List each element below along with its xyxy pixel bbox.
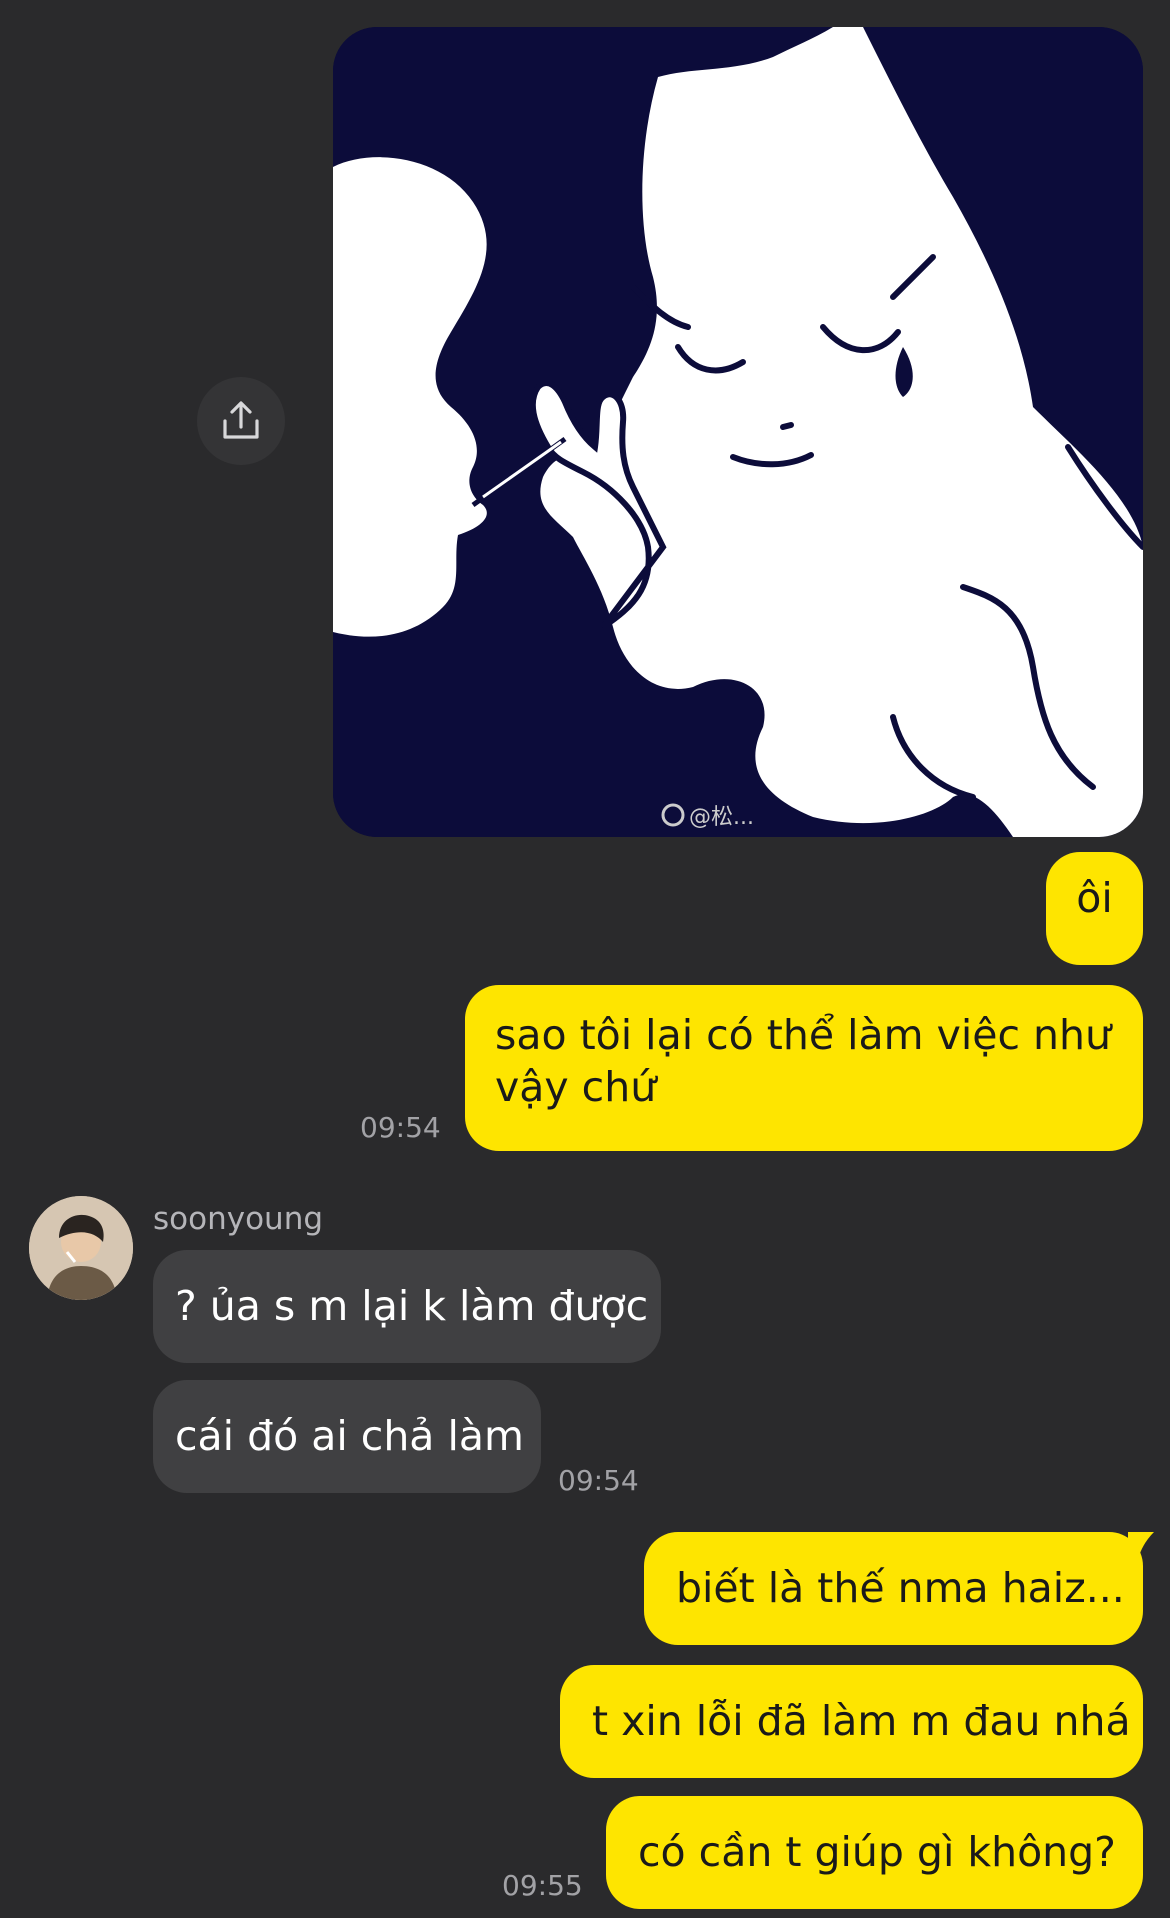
cartoon-image: @松...	[333, 27, 1143, 837]
sender-name: soonyoung	[153, 1201, 324, 1237]
message-text: ? ủa s m lại k làm được	[175, 1282, 649, 1330]
timestamp: 09:54	[558, 1464, 639, 1497]
incoming-bubble-1[interactable]: ? ủa s m lại k làm được	[153, 1250, 661, 1363]
chat-screen: @松... ôi sao tôi lại có thể làm việc như…	[0, 0, 1170, 1918]
incoming-bubble-2[interactable]: cái đó ai chả làm	[153, 1380, 541, 1493]
share-button[interactable]	[197, 377, 285, 465]
message-text: có cần t giúp gì không?	[638, 1828, 1116, 1876]
image-watermark: @松...	[689, 805, 754, 830]
avatar[interactable]	[29, 1196, 133, 1300]
message-text: ôi	[1076, 874, 1113, 922]
share-icon	[223, 401, 259, 439]
message-text: biết là thế nma haiz...	[676, 1564, 1125, 1612]
outgoing-bubble-2[interactable]: sao tôi lại có thể làm việc như vậy chứ	[465, 985, 1143, 1151]
bubble-tail	[1128, 1532, 1154, 1560]
avatar-image	[29, 1196, 133, 1300]
shared-image-message[interactable]: @松...	[333, 27, 1143, 837]
timestamp: 09:54	[360, 1111, 441, 1144]
timestamp: 09:55	[502, 1869, 583, 1902]
message-text: cái đó ai chả làm	[175, 1412, 524, 1460]
outgoing-bubble-1[interactable]: ôi	[1046, 852, 1143, 965]
message-text-line-2: vậy chứ	[495, 1063, 657, 1111]
message-text: t xin lỗi đã làm m đau nhá	[592, 1697, 1131, 1745]
outgoing-bubble-4[interactable]: t xin lỗi đã làm m đau nhá	[560, 1665, 1143, 1778]
outgoing-bubble-5[interactable]: có cần t giúp gì không?	[606, 1796, 1143, 1909]
message-text-line-1: sao tôi lại có thể làm việc như	[495, 1011, 1112, 1059]
outgoing-bubble-3[interactable]: biết là thế nma haiz...	[644, 1532, 1143, 1645]
